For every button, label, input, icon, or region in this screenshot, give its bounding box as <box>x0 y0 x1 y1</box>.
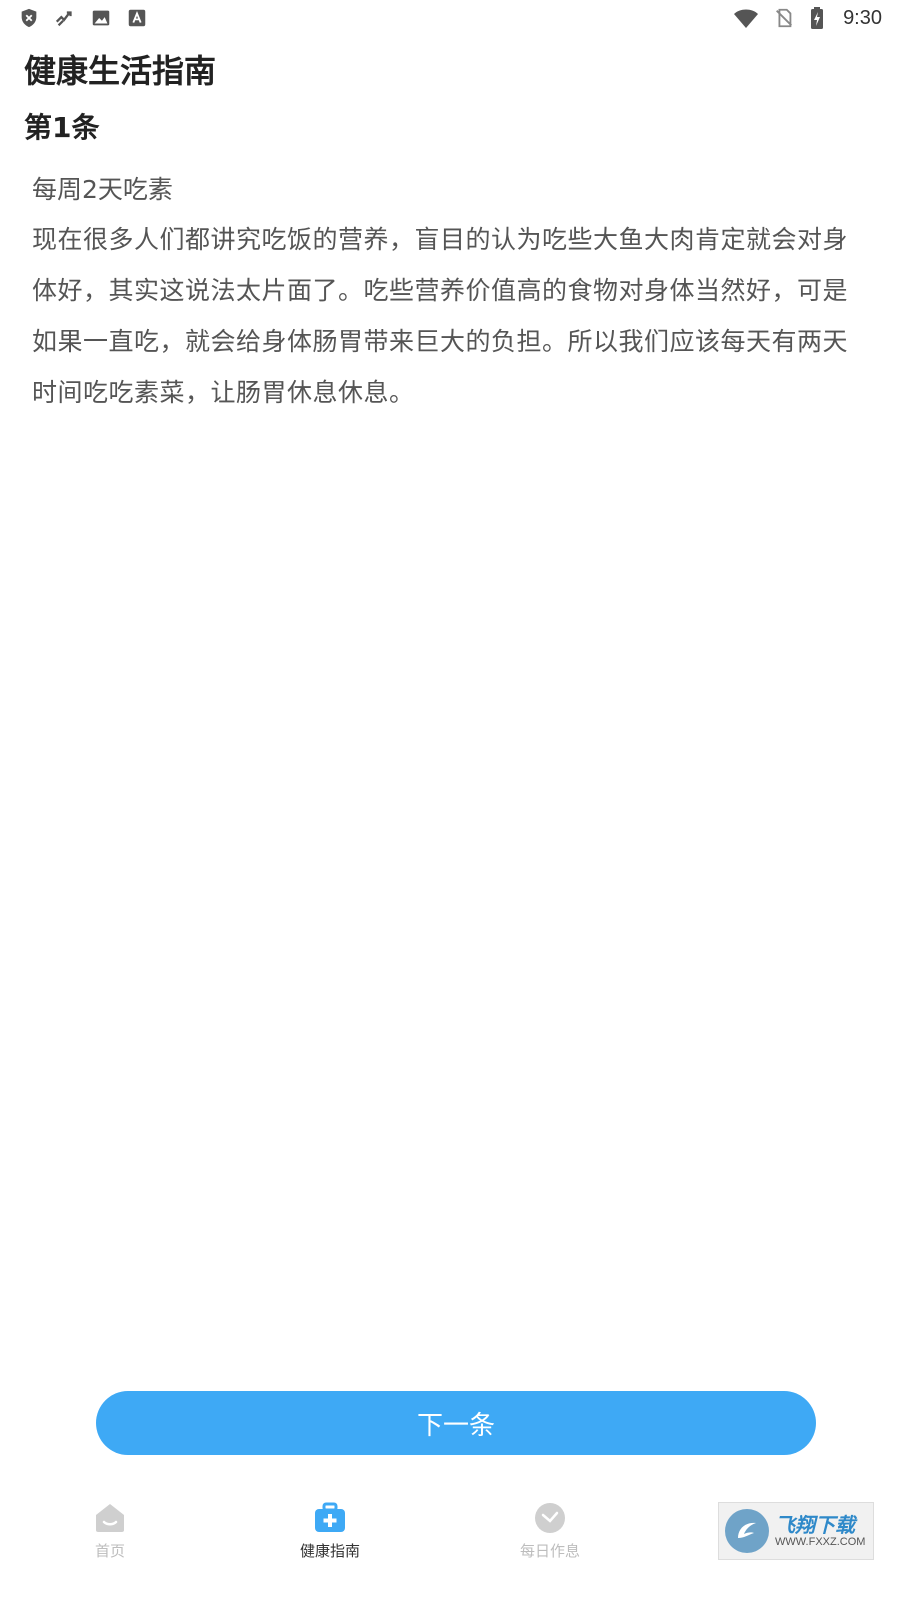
a-font-icon <box>128 9 146 27</box>
nav-label-health-guide: 健康指南 <box>299 1542 360 1560</box>
watermark: 飞翔下载 WWW.FXXZ.COM <box>718 1502 874 1560</box>
app-screen: 9:30 健康生活指南 第1条 每周2天吃素 现在很多人们都讲究吃饭的营养，盲目… <box>0 0 900 1600</box>
medical-kit-icon <box>315 1502 345 1532</box>
status-time: 9:30 <box>843 6 882 29</box>
nav-item-home[interactable]: 首页 <box>0 1490 220 1600</box>
status-bar: 9:30 <box>0 0 900 36</box>
clock-icon <box>535 1503 565 1533</box>
nav-item-health-guide[interactable]: 健康指南 <box>220 1490 440 1600</box>
status-right-icons: 9:30 <box>733 6 882 30</box>
nav-label-home: 首页 <box>94 1542 125 1560</box>
no-sim-icon <box>776 8 793 28</box>
status-left-icons <box>18 7 148 29</box>
page-title: 健康生活指南 <box>24 52 217 90</box>
watermark-text: 飞翔下载 WWW.FXXZ.COM <box>775 1514 865 1548</box>
shield-x-icon <box>21 8 37 28</box>
battery-charging-icon <box>811 7 824 29</box>
activity-icon <box>55 11 72 27</box>
watermark-url: WWW.FXXZ.COM <box>775 1535 866 1548</box>
nav-item-daily-schedule[interactable]: 每日作息 <box>440 1490 660 1600</box>
wifi-icon <box>734 9 759 28</box>
item-body: 现在很多人们都讲究吃饭的营养，盲目的认为吃些大鱼大肉肯定就会对身体好，其实这说法… <box>32 225 849 407</box>
item-heading: 每周2天吃素 <box>32 175 173 204</box>
item-number: 第1条 <box>24 111 100 144</box>
home-icon <box>96 1504 124 1532</box>
watermark-title: 飞翔下载 <box>775 1512 855 1537</box>
nav-label-daily-schedule: 每日作息 <box>519 1542 580 1560</box>
watermark-logo-icon <box>725 1509 769 1553</box>
image-icon <box>92 10 110 26</box>
next-button[interactable]: 下一条 <box>96 1391 816 1455</box>
